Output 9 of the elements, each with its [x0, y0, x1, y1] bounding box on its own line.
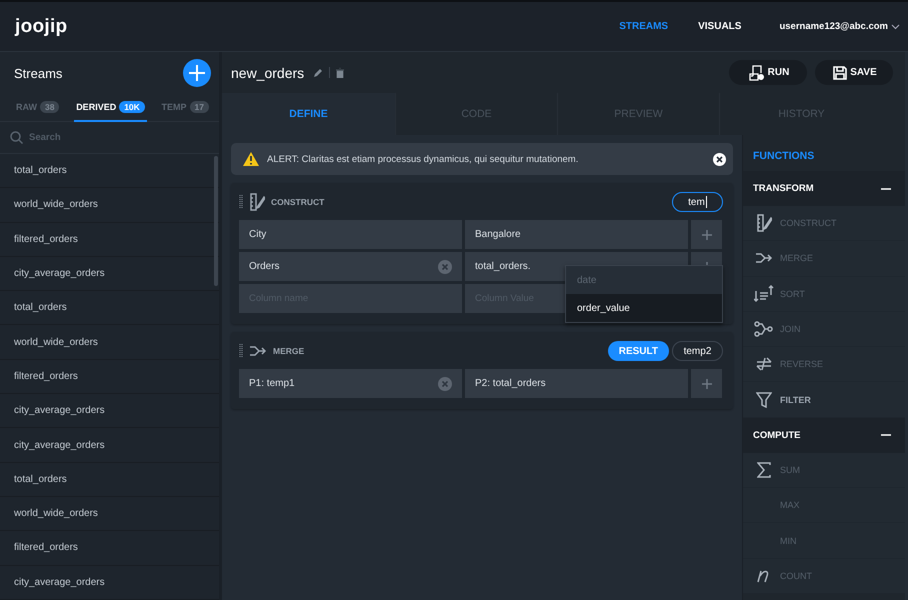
count-badge: 38 [40, 101, 60, 113]
alert-message: ALERT: Claritas est etiam processus dynamicus, qui sequitur mutationem. [267, 154, 580, 164]
panel-title: FUNCTIONS [752, 149, 816, 164]
block-title: MERGE [273, 346, 304, 356]
stream-name: new_orders [231, 64, 304, 80]
count-badge: 17 [190, 101, 209, 113]
block-title: CONSTRUCT [271, 197, 324, 207]
sidebar-title: Streams [14, 66, 62, 80]
count-badge: 10K [119, 101, 145, 113]
